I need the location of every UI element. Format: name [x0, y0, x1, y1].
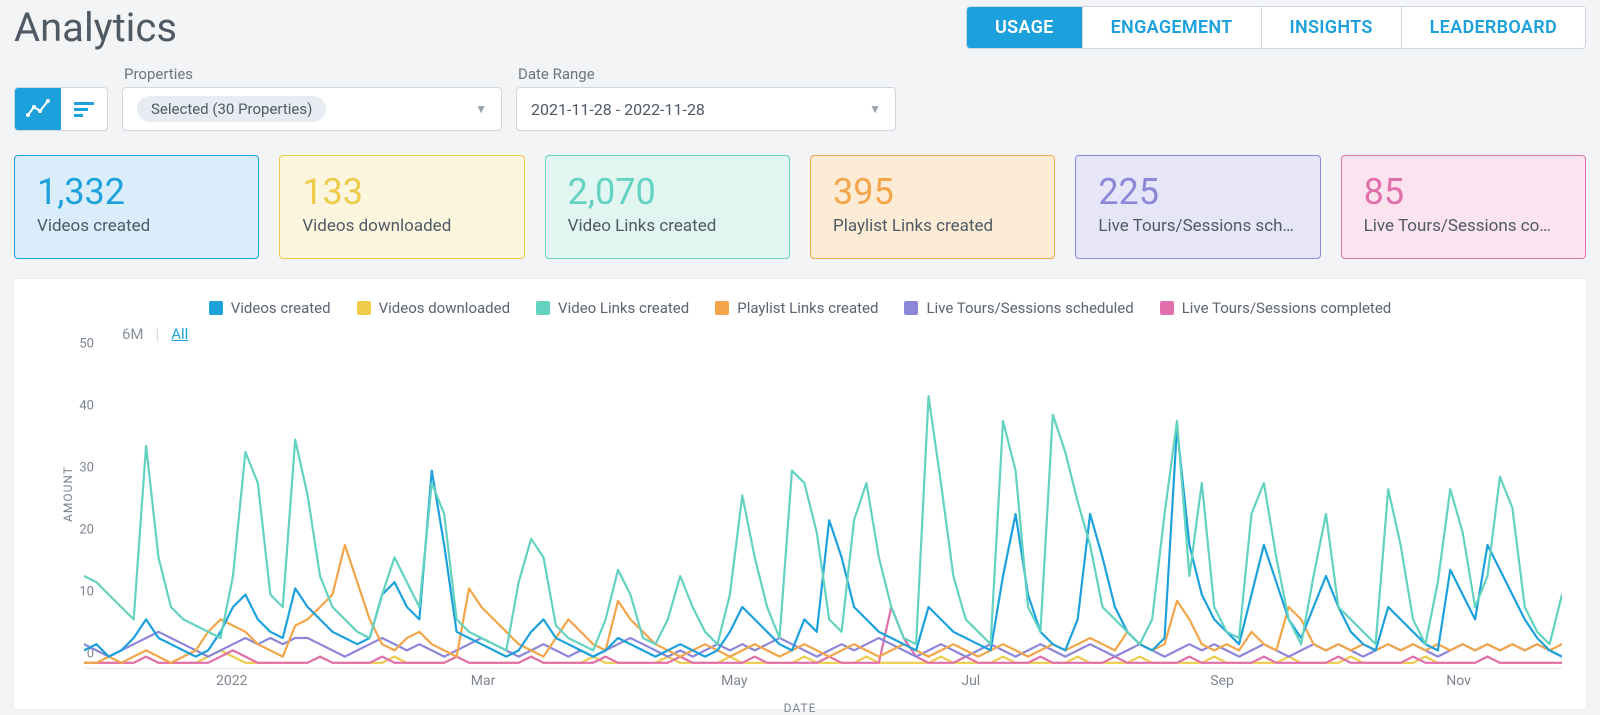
legend-label: Videos created: [231, 299, 331, 317]
legend-label: Playlist Links created: [737, 299, 878, 317]
x-tick: Sep: [1210, 673, 1234, 689]
legend-swatch: [715, 301, 729, 315]
stat-label: Playlist Links created: [833, 216, 1032, 236]
chart-view-button[interactable]: [15, 88, 61, 130]
tab-engagement[interactable]: ENGAGEMENT: [1082, 7, 1261, 48]
stat-label: Live Tours/Sessions com…: [1364, 216, 1563, 236]
plot-area: [84, 359, 1562, 669]
range-all[interactable]: All: [171, 325, 188, 343]
date-range-value: 2021-11-28 - 2022-11-28: [531, 100, 705, 119]
stat-value: 133: [302, 174, 501, 210]
bars-icon: [72, 97, 96, 121]
stat-value: 395: [833, 174, 1032, 210]
properties-dropdown[interactable]: Selected (30 Properties) ▼: [122, 87, 502, 131]
stat-value: 1,332: [37, 174, 236, 210]
stat-card[interactable]: 133 Videos downloaded: [279, 155, 524, 259]
legend-label: Video Links created: [558, 299, 689, 317]
legend-label: Videos downloaded: [379, 299, 510, 317]
x-tick: May: [721, 673, 747, 689]
stat-value: 85: [1364, 174, 1563, 210]
date-range-dropdown[interactable]: 2021-11-28 - 2022-11-28 ▼: [516, 87, 896, 131]
stat-label: Videos created: [37, 216, 236, 236]
stat-label: Live Tours/Sessions sche…: [1098, 216, 1297, 236]
legend-swatch: [1160, 301, 1174, 315]
legend-item[interactable]: Live Tours/Sessions scheduled: [904, 299, 1133, 317]
legend-label: Live Tours/Sessions completed: [1182, 299, 1392, 317]
chevron-down-icon: ▼: [869, 102, 881, 116]
x-tick: Nov: [1446, 673, 1471, 689]
stat-card[interactable]: 1,332 Videos created: [14, 155, 259, 259]
stat-label: Videos downloaded: [302, 216, 501, 236]
legend-swatch: [357, 301, 371, 315]
stat-label: Video Links created: [568, 216, 767, 236]
legend-item[interactable]: Videos created: [209, 299, 331, 317]
tab-insights[interactable]: INSIGHTS: [1261, 7, 1401, 48]
stat-value: 2,070: [568, 174, 767, 210]
plot-svg: [84, 359, 1562, 669]
chart-range-toggle: 6M | All: [38, 325, 1562, 343]
x-tick: 2022: [216, 673, 247, 689]
stat-card[interactable]: 85 Live Tours/Sessions com…: [1341, 155, 1586, 259]
properties-value-chip: Selected (30 Properties): [137, 96, 326, 122]
y-tick: 50: [60, 337, 94, 352]
chart-legend: Videos created Videos downloaded Video Lin…: [38, 299, 1562, 317]
legend-swatch: [536, 301, 550, 315]
stat-value: 225: [1098, 174, 1297, 210]
range-6m[interactable]: 6M: [122, 325, 144, 343]
legend-label: Live Tours/Sessions scheduled: [926, 299, 1133, 317]
tab-nav: USAGE ENGAGEMENT INSIGHTS LEADERBOARD: [966, 6, 1586, 49]
line-chart-icon: [26, 97, 50, 121]
legend-item[interactable]: Videos downloaded: [357, 299, 510, 317]
properties-label: Properties: [122, 65, 502, 83]
stat-card[interactable]: 2,070 Video Links created: [545, 155, 790, 259]
list-view-button[interactable]: [61, 88, 107, 130]
page-title: Analytics: [14, 4, 177, 51]
x-tick: Jul: [961, 673, 980, 689]
tab-leaderboard[interactable]: LEADERBOARD: [1401, 7, 1585, 48]
view-toggle: [14, 87, 108, 131]
legend-item[interactable]: Live Tours/Sessions completed: [1160, 299, 1392, 317]
chart-panel: Videos created Videos downloaded Video Lin…: [14, 279, 1586, 709]
legend-item[interactable]: Playlist Links created: [715, 299, 878, 317]
legend-item[interactable]: Video Links created: [536, 299, 689, 317]
x-axis-ticks: 2022 Mar May Jul Sep Nov: [84, 673, 1562, 691]
stat-card[interactable]: 395 Playlist Links created: [810, 155, 1055, 259]
x-tick: Mar: [471, 673, 496, 689]
chevron-down-icon: ▼: [475, 102, 487, 116]
legend-swatch: [209, 301, 223, 315]
stat-cards: 1,332 Videos created 133 Videos downloaded 2…: [14, 155, 1586, 259]
date-range-label: Date Range: [516, 65, 896, 83]
stat-card[interactable]: 225 Live Tours/Sessions sche…: [1075, 155, 1320, 259]
legend-swatch: [904, 301, 918, 315]
tab-usage[interactable]: USAGE: [967, 7, 1082, 48]
x-axis-label: DATE: [784, 701, 817, 715]
